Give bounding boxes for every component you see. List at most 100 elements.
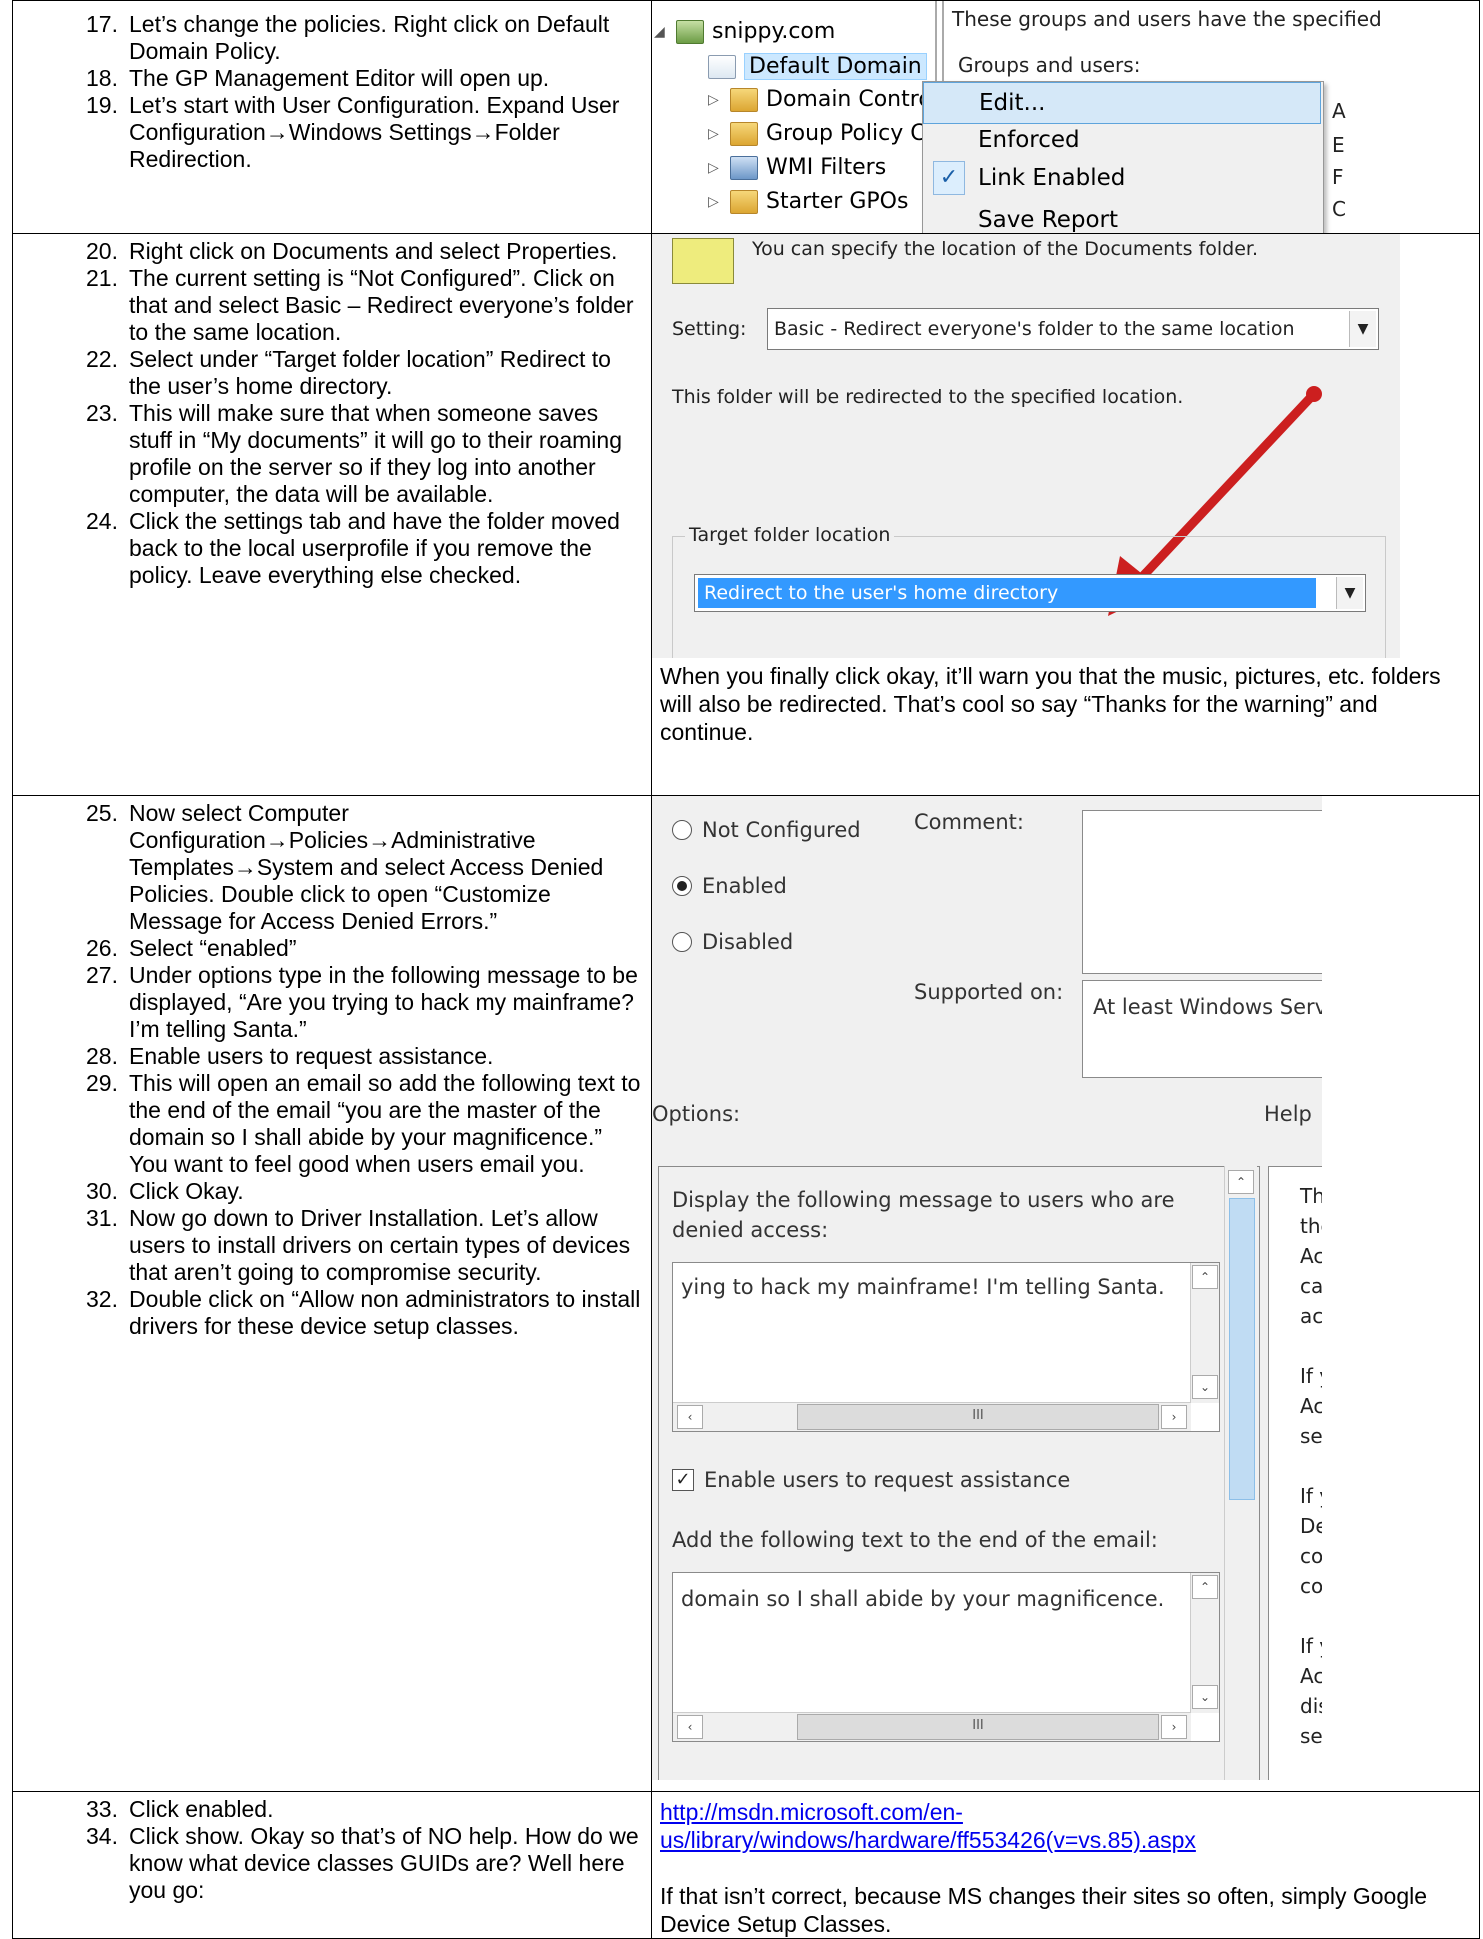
help-text-line: cont xyxy=(1300,1544,1322,1568)
list-edge-text: E xyxy=(1332,133,1345,157)
step-number: 32. xyxy=(86,1286,118,1312)
tree-node-domain-controllers[interactable]: ▷ Domain Contro xyxy=(708,87,932,112)
screenshot-cell: Not Configured Enabled Disabled Comment:… xyxy=(651,795,1480,1792)
step-text: This will make sure that when someone sa… xyxy=(129,400,622,507)
help-text-line: acce xyxy=(1300,1304,1322,1328)
step-item: 20. Right click on Documents and select P… xyxy=(13,238,641,265)
help-text-line: see t xyxy=(1300,1724,1322,1748)
options-scrollbar[interactable]: ⌃ xyxy=(1224,1166,1257,1780)
chevron-left-icon[interactable]: ‹ xyxy=(677,1405,703,1429)
table-row: 17. Let’s change the policies. Right clic… xyxy=(12,0,1480,234)
help-text-line: setti xyxy=(1300,1424,1322,1448)
help-text-line: can xyxy=(1300,1274,1322,1298)
step-text: Click enabled. xyxy=(129,1796,274,1822)
step-item: 28. Enable users to request assistance. xyxy=(13,1043,641,1070)
help-text-line: Deni xyxy=(1300,1514,1322,1538)
step-number: 25. xyxy=(86,800,118,826)
chevron-down-icon[interactable]: ▼ xyxy=(1336,577,1363,609)
chevron-left-icon[interactable]: ‹ xyxy=(677,1715,703,1739)
tree-node-starter-gpos[interactable]: ▷ Starter GPOs xyxy=(708,189,908,214)
step-number: 30. xyxy=(86,1178,118,1204)
message-textarea[interactable]: ying to hack my mainframe! I'm telling S… xyxy=(672,1262,1220,1432)
scrollbar-thumb[interactable] xyxy=(1229,1198,1255,1500)
step-item: 27. Under options type in the following m… xyxy=(13,962,641,1043)
device-setup-classes-link[interactable]: http://msdn.microsoft.com/en-us/library/… xyxy=(660,1799,1196,1853)
radio-label: Disabled xyxy=(702,930,794,954)
scrollbar-thumb[interactable]: III xyxy=(797,1714,1159,1740)
request-assistance-checkbox[interactable]: ✓ Enable users to request assistance xyxy=(672,1468,1070,1492)
step-item: 18. The GP Management Editor will open up… xyxy=(13,65,641,92)
scrollbar[interactable]: ⌃ ⌄ xyxy=(1190,1263,1219,1403)
step-number: 19. xyxy=(86,92,118,118)
chevron-right-icon: ▷ xyxy=(708,91,719,108)
email-value: domain so I shall abide by your magnific… xyxy=(681,1587,1165,1611)
scrollbar-thumb[interactable]: III xyxy=(797,1404,1159,1430)
folder-icon xyxy=(730,87,758,112)
step-number: 29. xyxy=(86,1070,118,1096)
step-list: 20. Right click on Documents and select P… xyxy=(13,234,651,589)
screenshot-cell: You can specify the location of the Docu… xyxy=(651,233,1480,796)
help-text-line: disp xyxy=(1300,1694,1322,1718)
folder-icon xyxy=(730,121,758,146)
tree-node-group-policy-objects[interactable]: ▷ Group Policy C xyxy=(708,121,926,146)
chevron-right-icon: ▷ xyxy=(708,125,719,142)
step-text: Now go down to Driver Installation. Let’… xyxy=(129,1205,631,1285)
chevron-right-icon[interactable]: › xyxy=(1161,1405,1187,1429)
step-number: 24. xyxy=(86,508,118,534)
scrollbar[interactable]: ⌃ ⌄ xyxy=(1190,1573,1219,1713)
step-text: Let’s change the policies. Right click o… xyxy=(129,11,610,64)
tree-node-label: Default Domain xyxy=(744,53,927,80)
help-text-line: Acce xyxy=(1300,1394,1322,1418)
radio-not-configured[interactable]: Not Configured xyxy=(672,818,861,842)
help-text-line: conf xyxy=(1300,1574,1322,1598)
help-text-line: If yo xyxy=(1300,1634,1322,1658)
step-text: The current setting is “Not Configured”.… xyxy=(129,265,634,345)
tree-node-label: Group Policy C xyxy=(766,121,926,146)
menu-item-link-enabled[interactable]: ✓ Link Enabled xyxy=(923,158,1319,198)
chevron-up-icon[interactable]: ⌃ xyxy=(1192,1265,1218,1289)
target-folder-value: Redirect to the user's home directory xyxy=(698,578,1316,608)
folder-icon xyxy=(730,189,758,214)
tree-node-wmi-filters[interactable]: ▷ WMI Filters xyxy=(708,155,886,180)
step-number: 34. xyxy=(86,1823,118,1849)
radio-disabled[interactable]: Disabled xyxy=(672,930,793,954)
redirect-properties-screenshot: You can specify the location of the Docu… xyxy=(652,234,1400,658)
chevron-up-icon[interactable]: ⌃ xyxy=(1192,1575,1218,1599)
chevron-down-icon[interactable]: ⌄ xyxy=(1192,1375,1218,1399)
scrollbar[interactable]: ‹ III › xyxy=(673,1712,1191,1741)
menu-item-enforced[interactable]: Enforced xyxy=(923,120,1319,160)
tree-node-domain[interactable]: ◢ snippy.com xyxy=(654,19,835,44)
chevron-right-icon[interactable]: › xyxy=(1161,1715,1187,1739)
chevron-up-icon[interactable]: ⌃ xyxy=(1228,1170,1254,1194)
step-number: 17. xyxy=(86,11,118,37)
checkbox-label: Enable users to request assistance xyxy=(704,1468,1071,1492)
chevron-down-icon[interactable]: ⌄ xyxy=(1192,1685,1218,1709)
comment-label: Comment: xyxy=(914,810,1024,834)
email-textarea[interactable]: domain so I shall abide by your magnific… xyxy=(672,1572,1220,1742)
gpo-icon xyxy=(708,54,736,79)
gpmc-screenshot: ◢ snippy.com Default Domain ▷ Domain Con… xyxy=(652,1,1472,233)
comment-field[interactable] xyxy=(1082,810,1322,974)
step-item: 25. Now select Computer Configuration→Pol… xyxy=(13,800,641,935)
table-row: 33. Click enabled. 34. Click show. Okay so … xyxy=(12,1791,1480,1939)
step-number: 23. xyxy=(86,400,118,426)
checkmark-icon: ✓ xyxy=(933,161,965,195)
step-text: Select under “Target folder location” Re… xyxy=(129,346,611,399)
step-text: Select “enabled” xyxy=(129,935,297,961)
radio-enabled[interactable]: Enabled xyxy=(672,874,787,898)
list-edge-text: C xyxy=(1332,197,1346,221)
steps-cell: 20. Right click on Documents and select P… xyxy=(12,233,652,796)
context-menu: Edit... Enforced ✓ Link Enabled Save Rep… xyxy=(922,81,1324,233)
filter-folder-icon xyxy=(730,155,758,180)
target-folder-select[interactable]: Redirect to the user's home directory ▼ xyxy=(694,574,1366,612)
list-edge-text: A xyxy=(1332,99,1346,123)
display-message-label: denied access: xyxy=(672,1218,829,1242)
menu-item-edit[interactable]: Edit... xyxy=(923,82,1321,124)
tree-node-default-domain-policy[interactable]: Default Domain xyxy=(708,53,927,80)
steps-cell: 25. Now select Computer Configuration→Pol… xyxy=(12,795,652,1792)
step-number: 18. xyxy=(86,65,118,91)
menu-item-save-report[interactable]: Save Report xyxy=(923,200,1319,233)
scrollbar[interactable]: ‹ III › xyxy=(673,1402,1191,1431)
step-text: The GP Management Editor will open up. xyxy=(129,65,550,91)
step-number: 26. xyxy=(86,935,118,961)
